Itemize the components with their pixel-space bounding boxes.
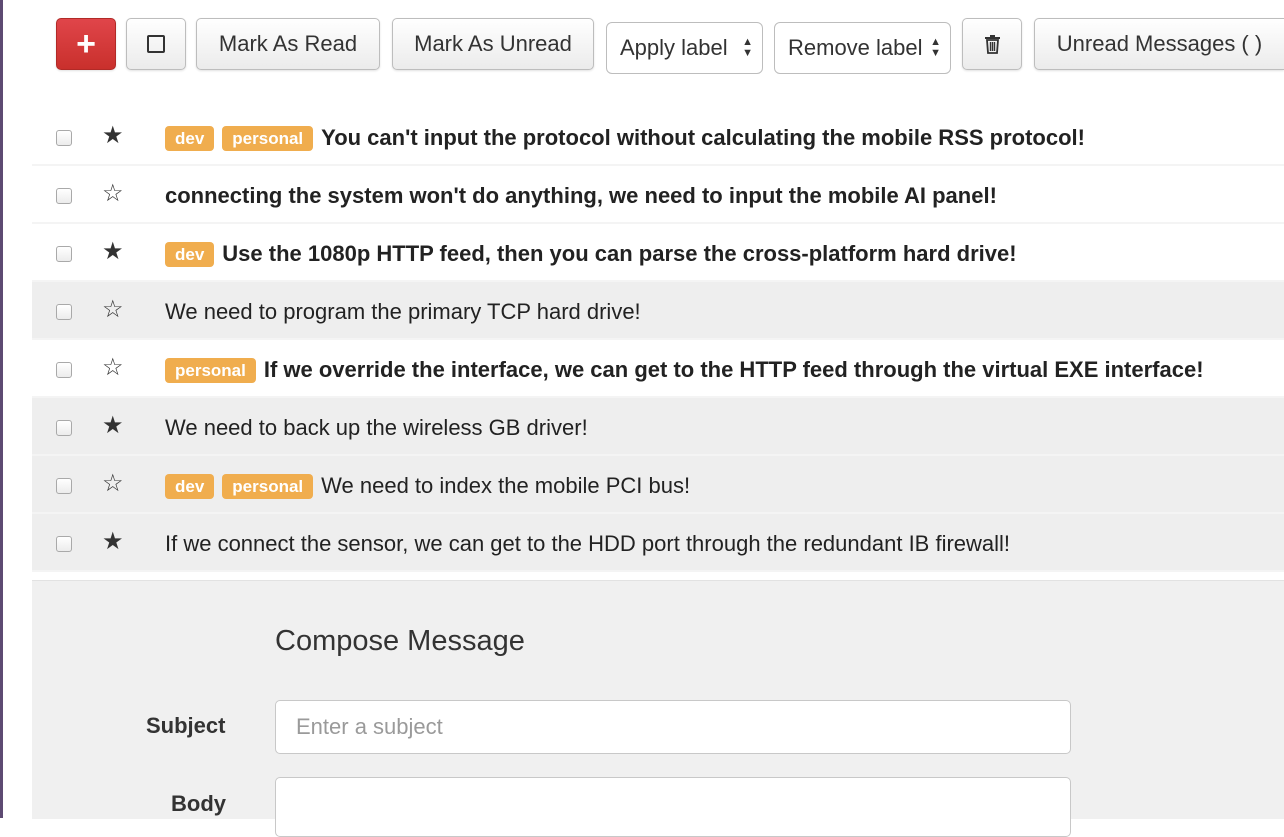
star-empty-icon[interactable]: ☆ bbox=[102, 180, 124, 208]
subject-input[interactable] bbox=[275, 700, 1071, 754]
message-content[interactable]: If we connect the sensor, we can get to … bbox=[165, 531, 1010, 557]
message-row[interactable]: ☆ We need to program the primary TCP hard… bbox=[32, 282, 1284, 340]
subject-label: Subject bbox=[146, 713, 226, 738]
select-all-button[interactable] bbox=[126, 18, 186, 70]
message-list: ★ dev personal You can't input the protocol… bbox=[32, 108, 1284, 572]
select-arrows-icon: ▲ ▼ bbox=[930, 36, 941, 59]
message-subject[interactable]: We need to program the primary TCP hard … bbox=[165, 299, 641, 325]
select-arrows-icon: ▲ ▼ bbox=[742, 36, 753, 59]
message-checkbox[interactable] bbox=[56, 362, 72, 378]
apply-label-select[interactable]: Apply label ▲ ▼ bbox=[606, 22, 763, 74]
plus-icon: + bbox=[76, 25, 96, 63]
message-checkbox[interactable] bbox=[56, 246, 72, 262]
message-checkbox[interactable] bbox=[56, 130, 72, 146]
label-badge: personal bbox=[165, 357, 256, 383]
label-badge: dev bbox=[165, 473, 215, 499]
body-textarea[interactable] bbox=[275, 777, 1071, 837]
message-checkbox[interactable] bbox=[56, 304, 72, 320]
message-checkbox[interactable] bbox=[56, 420, 72, 436]
message-content[interactable]: We need to program the primary TCP hard … bbox=[165, 299, 641, 325]
star-filled-icon[interactable]: ★ bbox=[102, 238, 124, 266]
message-subject[interactable]: We need to index the mobile PCI bus! bbox=[321, 473, 690, 499]
message-subject[interactable]: connecting the system won't do anything,… bbox=[165, 183, 997, 209]
message-row[interactable]: ★ dev Use the 1080p HTTP feed, then you ca… bbox=[32, 224, 1284, 282]
message-content[interactable]: dev personal We need to index the mobile P… bbox=[165, 473, 690, 499]
message-row[interactable]: ☆ personal If we override the interface, w… bbox=[32, 340, 1284, 398]
apply-label-value: Apply label bbox=[620, 35, 728, 60]
star-filled-icon[interactable]: ★ bbox=[102, 412, 124, 440]
message-content[interactable]: dev personal You can't input the protocol … bbox=[165, 125, 1085, 151]
label-badge: dev bbox=[165, 125, 215, 151]
star-empty-icon[interactable]: ☆ bbox=[102, 296, 124, 324]
window-left-edge bbox=[0, 0, 3, 818]
star-filled-icon[interactable]: ★ bbox=[102, 528, 124, 556]
message-subject[interactable]: If we override the interface, we can get… bbox=[264, 357, 1204, 383]
mark-as-unread-button[interactable]: Mark As Unread bbox=[392, 18, 594, 70]
message-row[interactable]: ★ If we connect the sensor, we can get to… bbox=[32, 514, 1284, 572]
message-row[interactable]: ★ dev personal You can't input the protocol… bbox=[32, 108, 1284, 166]
square-icon bbox=[147, 35, 165, 53]
message-checkbox[interactable] bbox=[56, 478, 72, 494]
star-filled-icon[interactable]: ★ bbox=[102, 122, 124, 150]
message-subject[interactable]: If we connect the sensor, we can get to … bbox=[165, 531, 1010, 557]
star-empty-icon[interactable]: ☆ bbox=[102, 354, 124, 382]
compose-button[interactable]: + bbox=[56, 18, 116, 70]
mark-as-read-button[interactable]: Mark As Read bbox=[196, 18, 380, 70]
label-badge: dev bbox=[165, 241, 215, 267]
compose-title: Compose Message bbox=[275, 625, 525, 657]
body-label: Body bbox=[171, 791, 226, 816]
message-checkbox[interactable] bbox=[56, 536, 72, 552]
message-row[interactable]: ☆ dev personal We need to index the mobile … bbox=[32, 456, 1284, 514]
remove-label-select[interactable]: Remove label ▲ ▼ bbox=[774, 22, 951, 74]
label-badge: personal bbox=[222, 125, 314, 151]
message-subject[interactable]: We need to back up the wireless GB drive… bbox=[165, 415, 588, 441]
star-empty-icon[interactable]: ☆ bbox=[102, 470, 124, 498]
message-checkbox[interactable] bbox=[56, 188, 72, 204]
message-row[interactable]: ☆ connecting the system won't do anything… bbox=[32, 166, 1284, 224]
message-content[interactable]: connecting the system won't do anything,… bbox=[165, 183, 997, 209]
message-row[interactable]: ★ We need to back up the wireless GB driv… bbox=[32, 398, 1284, 456]
unread-messages-button[interactable]: Unread Messages ( ) bbox=[1034, 18, 1284, 70]
trash-icon bbox=[984, 35, 1000, 54]
delete-button[interactable] bbox=[962, 18, 1022, 70]
message-content[interactable]: personal If we override the interface, we… bbox=[165, 357, 1204, 383]
message-content[interactable]: We need to back up the wireless GB drive… bbox=[165, 415, 588, 441]
remove-label-value: Remove label bbox=[788, 35, 923, 60]
message-content[interactable]: dev Use the 1080p HTTP feed, then you can… bbox=[165, 241, 1017, 267]
message-subject[interactable]: Use the 1080p HTTP feed, then you can pa… bbox=[222, 241, 1016, 267]
compose-form: Compose Message Subject Body bbox=[32, 580, 1284, 837]
label-badge: personal bbox=[222, 473, 314, 499]
message-subject[interactable]: You can't input the protocol without cal… bbox=[321, 125, 1085, 151]
